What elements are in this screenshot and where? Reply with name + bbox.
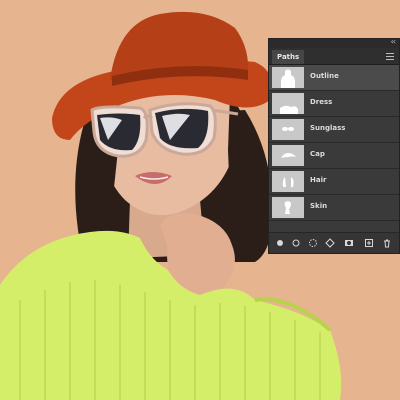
path-row-skin[interactable]: Skin	[269, 195, 399, 221]
fill-path-icon[interactable]	[275, 238, 285, 248]
path-label: Dress	[310, 98, 333, 106]
path-label: Cap	[310, 150, 325, 158]
path-row-outline[interactable]: Outline	[269, 65, 399, 91]
hair-thumbnail-icon	[272, 171, 304, 192]
stroke-path-icon[interactable]	[291, 238, 301, 248]
collapse-panel-icon[interactable]: ‹‹	[391, 37, 397, 46]
tab-paths[interactable]: Paths	[272, 50, 305, 64]
panel-tab-bar: Paths	[269, 48, 399, 65]
outline-thumbnail-icon	[272, 67, 304, 88]
cap-thumbnail-icon	[272, 145, 304, 166]
skin-thumbnail-icon	[272, 197, 304, 218]
paths-panel: ‹‹ Paths Outline Dress Sunglass Cap Hair…	[268, 37, 400, 254]
path-label: Skin	[310, 202, 328, 210]
path-row-hair[interactable]: Hair	[269, 169, 399, 195]
make-work-path-icon[interactable]	[325, 238, 335, 248]
paths-list: Outline Dress Sunglass Cap Hair Skin	[269, 65, 399, 221]
path-row-dress[interactable]: Dress	[269, 91, 399, 117]
path-label: Outline	[310, 72, 339, 80]
new-path-icon[interactable]	[364, 238, 374, 248]
panel-toolbar	[269, 232, 399, 253]
path-row-sunglass[interactable]: Sunglass	[269, 117, 399, 143]
sunglass-thumbnail-icon	[272, 119, 304, 140]
path-label: Sunglass	[310, 124, 346, 132]
delete-path-icon[interactable]	[382, 238, 392, 248]
path-label: Hair	[310, 176, 327, 184]
add-mask-icon[interactable]	[344, 238, 354, 248]
panel-header: ‹‹	[269, 37, 399, 48]
path-row-cap[interactable]: Cap	[269, 143, 399, 169]
load-selection-icon[interactable]	[308, 238, 318, 248]
dress-thumbnail-icon	[272, 93, 304, 114]
panel-menu-icon[interactable]	[386, 51, 394, 61]
